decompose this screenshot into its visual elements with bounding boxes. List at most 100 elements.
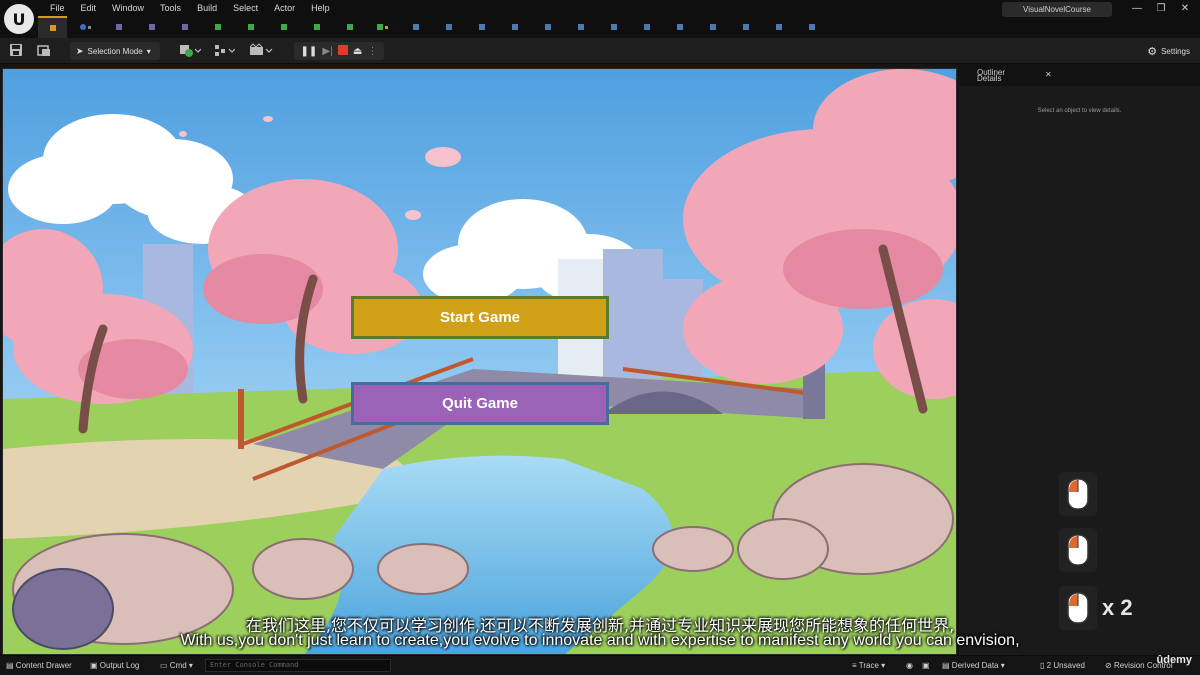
tab-widget[interactable] <box>368 18 397 36</box>
close-button[interactable]: ✕ <box>1176 3 1194 15</box>
udemy-logo: ûdemy <box>1156 654 1192 666</box>
tab-datatable[interactable] <box>566 18 595 36</box>
widget-icon <box>313 24 320 30</box>
step-icon[interactable]: ▶| <box>322 46 332 57</box>
tab-widget[interactable] <box>335 18 364 36</box>
file-icon: ▯ <box>1040 661 1045 670</box>
project-title: VisualNovelCourse <box>1002 2 1112 17</box>
tab-datatable[interactable] <box>500 18 529 36</box>
status-bar: ▤ Content Drawer ▣ Output Log ▭ Cmd ▾ En… <box>0 654 1200 675</box>
tab-widget[interactable] <box>236 18 265 36</box>
close-icon[interactable]: ✕ <box>1045 70 1052 79</box>
tab-details[interactable]: Details <box>977 74 1001 83</box>
blueprint-menu-icon[interactable] <box>212 43 236 59</box>
menu-build[interactable]: Build <box>189 2 225 14</box>
widget-icon <box>346 24 353 30</box>
blueprint-icon <box>80 24 86 30</box>
widget-icon <box>214 24 221 30</box>
chevron-down-icon: ▾ <box>1000 661 1005 670</box>
trace-label: Trace <box>858 661 879 670</box>
terminal-icon: ▭ <box>160 661 168 670</box>
add-actor-icon[interactable] <box>178 43 202 59</box>
menu-select[interactable]: Select <box>225 2 266 14</box>
tab-widget[interactable] <box>302 18 331 36</box>
pause-icon[interactable]: ❚❚ <box>301 46 318 57</box>
level-toolbar: ➤ Selection Mode ▾ ❚❚ ▶| ⏏ ⋮ ⚙ Settings <box>0 38 1200 64</box>
tab-level[interactable] <box>38 16 67 38</box>
datatable-icon <box>775 24 782 30</box>
settings-label: Settings <box>1161 46 1190 56</box>
cmd-dropdown[interactable]: ▭ Cmd ▾ <box>160 661 193 670</box>
chevron-down-icon: ▾ <box>146 46 151 56</box>
cherry-blossom-park-background <box>3 69 956 654</box>
content-browser-icon[interactable] <box>36 43 52 59</box>
unsaved-button[interactable]: ▯ 2 Unsaved <box>1040 661 1085 670</box>
content-drawer-button[interactable]: ▤ Content Drawer <box>6 661 72 670</box>
datatable-icon <box>742 24 749 30</box>
tab-datatable[interactable] <box>401 18 430 36</box>
derived-data-button[interactable]: ▤ Derived Data ▾ <box>942 661 1005 670</box>
unsaved-label: 2 Unsaved <box>1046 661 1085 670</box>
screenshot-icon[interactable]: ▣ <box>922 661 930 670</box>
quit-game-button[interactable]: Quit Game <box>351 382 609 425</box>
cmd-label: Cmd <box>169 661 187 670</box>
content-drawer-label: Content Drawer <box>15 661 72 670</box>
record-icon[interactable]: ◉ <box>906 661 913 670</box>
datatable-icon <box>676 24 683 30</box>
selection-mode-dropdown[interactable]: ➤ Selection Mode ▾ <box>70 42 160 60</box>
tab-datatable[interactable] <box>731 18 760 36</box>
menu-edit[interactable]: Edit <box>73 2 105 14</box>
chevron-down-icon: ▾ <box>881 661 886 670</box>
eject-icon[interactable]: ⏏ <box>353 46 362 57</box>
chevron-down-icon: ▾ <box>188 661 193 670</box>
tab-datatable[interactable] <box>599 18 628 36</box>
datatable-icon <box>577 24 584 30</box>
console-command-input[interactable]: Enter Console Command <box>205 659 391 672</box>
output-log-button[interactable]: ▣ Output Log <box>90 661 139 670</box>
tab-datatable[interactable] <box>797 18 826 36</box>
tab-datatable[interactable] <box>533 18 562 36</box>
tab-asset[interactable] <box>170 18 199 36</box>
tab-datatable[interactable] <box>698 18 727 36</box>
cinematics-icon[interactable] <box>248 43 274 59</box>
datatable-icon <box>511 24 518 30</box>
title-bar: U File Edit Window Tools Build Select Ac… <box>0 0 1200 38</box>
menu-help[interactable]: Help <box>303 2 338 14</box>
save-icon[interactable] <box>8 43 24 59</box>
output-log-label: Output Log <box>99 661 140 670</box>
trace-dropdown[interactable]: ≡ Trace ▾ <box>852 661 885 670</box>
menu-file[interactable]: File <box>42 2 73 14</box>
tab-datatable[interactable] <box>764 18 793 36</box>
datatable-icon <box>544 24 551 30</box>
select-arrow-icon: ➤ <box>76 45 84 56</box>
tab-datatable[interactable] <box>467 18 496 36</box>
tab-widget[interactable] <box>203 18 232 36</box>
menu-actor[interactable]: Actor <box>266 2 303 14</box>
tab-asset[interactable] <box>104 18 133 36</box>
subtitle-english: With us,you don't just learn to create,y… <box>180 632 1020 649</box>
level-viewport[interactable]: Start Game Quit Game <box>2 68 957 655</box>
asset-icon <box>115 24 122 30</box>
revision-icon: ⊘ <box>1105 661 1112 670</box>
tab-widget[interactable] <box>269 18 298 36</box>
menu-window[interactable]: Window <box>104 2 152 14</box>
tab-datatable[interactable] <box>665 18 694 36</box>
minimize-button[interactable]: — <box>1128 3 1146 15</box>
tab-asset[interactable] <box>137 18 166 36</box>
start-game-button[interactable]: Start Game <box>351 296 609 339</box>
tab-blueprint[interactable] <box>71 18 100 36</box>
menu-tools[interactable]: Tools <box>152 2 189 14</box>
unreal-logo-icon[interactable]: U <box>4 4 34 34</box>
widget-icon <box>247 24 254 30</box>
restore-button[interactable]: ❐ <box>1152 3 1170 15</box>
datatable-icon <box>808 24 815 30</box>
asset-icon <box>181 24 188 30</box>
more-options-icon[interactable]: ⋮ <box>367 46 377 57</box>
log-icon: ▣ <box>90 661 98 670</box>
derived-data-label: Derived Data <box>951 661 999 670</box>
settings-button[interactable]: ⚙ Settings <box>1147 42 1190 60</box>
tab-datatable[interactable] <box>434 18 463 36</box>
stop-icon[interactable] <box>337 44 348 58</box>
main-menu: File Edit Window Tools Build Select Acto… <box>42 2 338 14</box>
tab-datatable[interactable] <box>632 18 661 36</box>
